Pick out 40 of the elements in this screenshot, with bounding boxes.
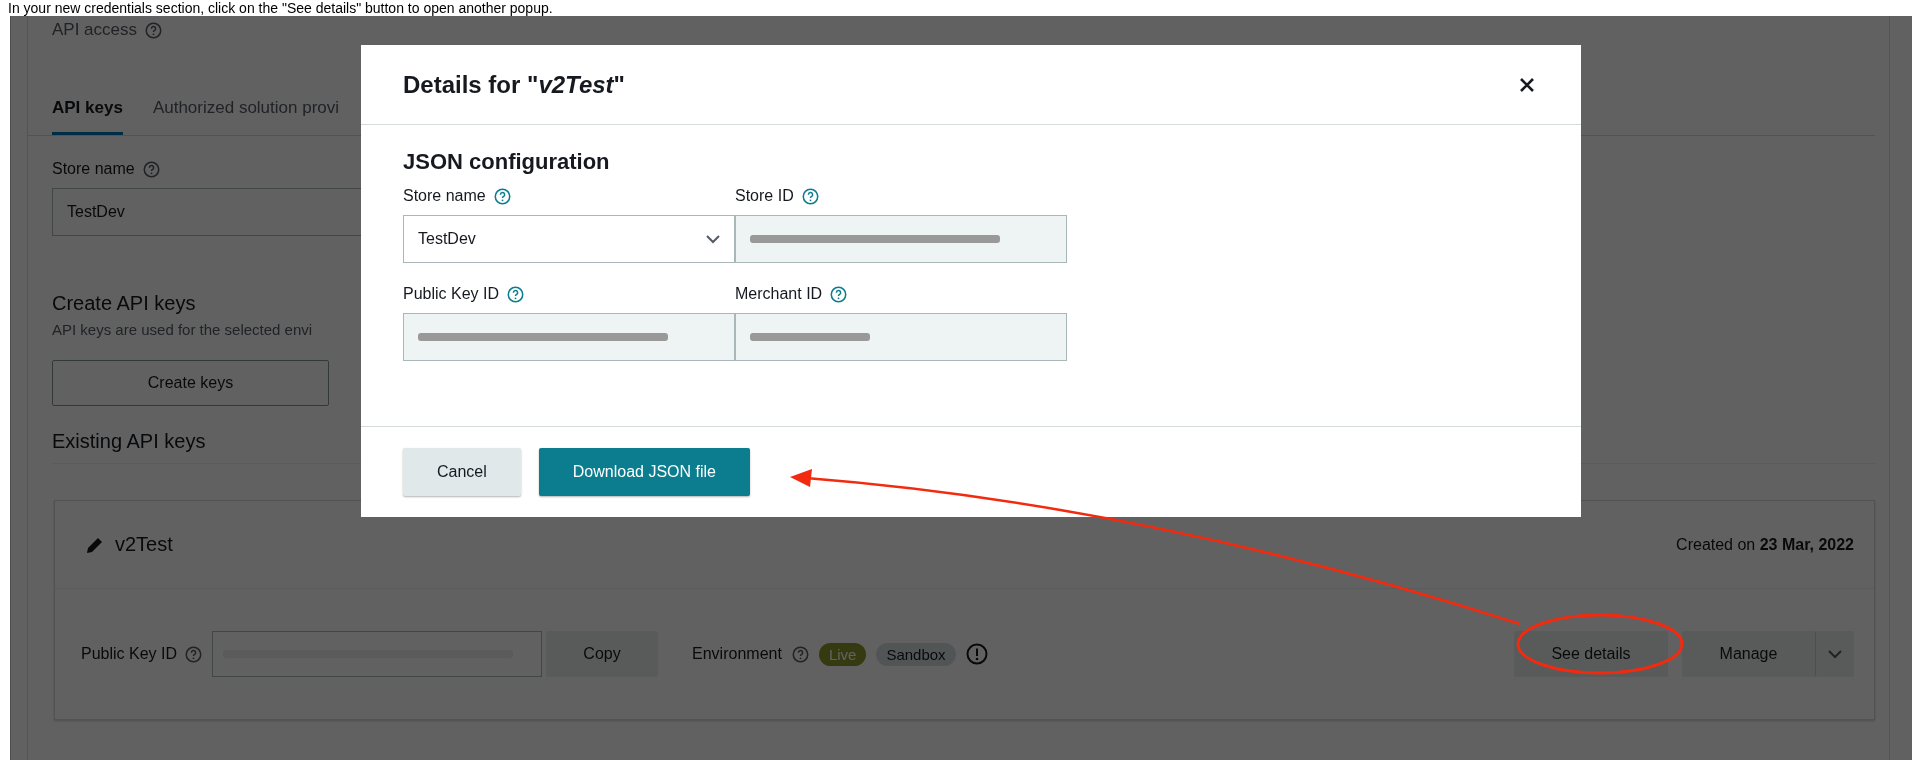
field-label: Store ID <box>735 187 794 205</box>
download-button[interactable]: Download JSON file <box>538 448 750 496</box>
field-label: Public Key ID <box>81 645 178 663</box>
key-name: v2Test <box>115 533 173 556</box>
help-icon[interactable] <box>830 285 848 303</box>
public-key-field[interactable] <box>212 631 543 677</box>
manage-button[interactable]: Manage <box>1682 631 1816 677</box>
section-heading: JSON configuration <box>403 149 611 175</box>
section-description: API keys are used for the selected envi <box>52 321 313 338</box>
field-label: Public Key ID <box>403 285 500 303</box>
help-icon[interactable] <box>142 160 160 178</box>
cancel-button[interactable]: Cancel <box>403 448 521 496</box>
section-heading: Create API keys <box>52 292 196 315</box>
field-label: Merchant ID <box>735 285 823 303</box>
environment-badge[interactable]: Live <box>818 642 867 666</box>
section-heading: Existing API keys <box>52 430 206 453</box>
chevron-down-icon <box>706 234 720 244</box>
tab[interactable]: Authorized solution provi <box>152 90 340 135</box>
environment-badge[interactable]: Sandbox <box>876 642 956 666</box>
help-icon[interactable] <box>791 645 809 663</box>
close-icon[interactable] <box>1519 76 1535 93</box>
help-icon[interactable] <box>801 187 819 205</box>
create-keys-button[interactable]: Create keys <box>52 360 329 406</box>
field-label: Environment <box>692 645 782 663</box>
see-details-button[interactable]: See details <box>1514 631 1668 677</box>
help-icon[interactable] <box>185 645 203 663</box>
chevron-down-icon <box>1828 649 1842 659</box>
help-icon[interactable] <box>507 285 525 303</box>
help-icon[interactable] <box>145 21 163 39</box>
dialog-title: Details for "v2Test" <box>403 70 625 99</box>
created-date: Created on 23 Mar, 2022 <box>1676 535 1854 554</box>
copy-button[interactable]: Copy <box>546 631 659 677</box>
section-title: API access <box>52 20 138 40</box>
field-label: Store name <box>403 187 486 205</box>
instruction-text: In your new credentials section, click on the "See details" button to open another popup. <box>7 0 554 16</box>
tab[interactable]: API keys <box>52 90 123 135</box>
alert-icon <box>965 643 988 665</box>
store-select[interactable]: TestDev <box>403 215 735 263</box>
help-icon[interactable] <box>493 187 511 205</box>
field-label: Store name <box>52 160 135 178</box>
